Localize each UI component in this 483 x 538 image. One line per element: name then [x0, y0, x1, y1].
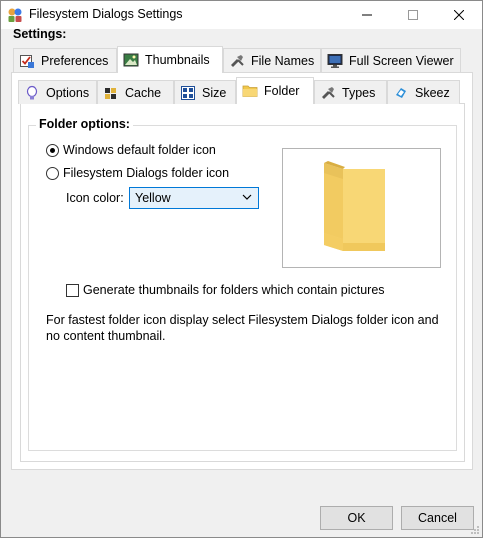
close-icon	[454, 10, 464, 20]
tab-types[interactable]: Types	[314, 80, 387, 104]
lightbulb-icon	[26, 85, 38, 99]
tab-label: Skeez	[415, 85, 450, 100]
tab-thumbnails[interactable]: Thumbnails	[117, 46, 223, 73]
checkbox-indicator	[66, 283, 79, 297]
tab-full-screen-viewer[interactable]: Full Screen Viewer	[321, 48, 461, 72]
resize-grip-icon[interactable]	[470, 525, 480, 535]
tab-preferences[interactable]: Preferences	[13, 48, 117, 72]
windows-default-label: Windows default folder icon	[63, 143, 216, 157]
generate-thumbnails-checkbox[interactable]: Generate thumbnails for folders which co…	[66, 283, 385, 297]
chevron-down-icon	[242, 194, 252, 200]
preferences-checkbox-icon	[20, 54, 34, 68]
tab-label: File Names	[251, 53, 315, 68]
ok-button[interactable]: OK	[320, 506, 393, 530]
maximize-icon	[408, 10, 418, 20]
app-icon	[8, 8, 22, 22]
window-title: Filesystem Dialogs Settings	[29, 7, 183, 21]
close-button[interactable]	[436, 1, 482, 29]
file-names-tool-icon	[231, 54, 244, 67]
fsd-folder-radio[interactable]: Filesystem Dialogs folder icon	[46, 166, 229, 180]
tab-file-names[interactable]: File Names	[223, 48, 321, 72]
cache-icon	[105, 87, 116, 99]
folder-icon	[242, 85, 258, 97]
radio-indicator	[46, 143, 59, 157]
tab-label: Full Screen Viewer	[349, 53, 454, 68]
tab-label: Folder	[264, 84, 300, 98]
icon-color-select[interactable]: Yellow	[129, 187, 259, 209]
thumbnails-image-icon	[123, 53, 139, 67]
radio-indicator	[46, 166, 59, 180]
tab-folder[interactable]: Folder	[236, 77, 314, 104]
grid-size-icon	[181, 85, 195, 100]
tab-label: Types	[342, 85, 376, 100]
folder-preview	[282, 148, 441, 268]
generate-thumbnails-label: Generate thumbnails for folders which co…	[83, 283, 385, 297]
tab-label: Preferences	[41, 53, 109, 68]
monitor-icon	[327, 53, 343, 68]
tab-cache[interactable]: Cache	[97, 80, 174, 104]
icon-color-value: Yellow	[135, 191, 171, 205]
title-bar[interactable]: Filesystem Dialogs Settings	[1, 1, 482, 29]
types-icon	[322, 86, 335, 99]
tab-options[interactable]: Options	[18, 80, 97, 104]
minimize-icon	[362, 14, 372, 16]
windows-default-radio[interactable]: Windows default folder icon	[46, 143, 216, 157]
settings-label: Settings:	[13, 27, 67, 41]
tab-size[interactable]: Size	[174, 80, 236, 104]
tab-skeez[interactable]: Skeez	[387, 80, 460, 104]
info-text: For fastest folder icon display select F…	[46, 313, 439, 343]
icon-color-label: Icon color:	[66, 191, 124, 205]
folder-preview-icon	[324, 161, 385, 251]
fsd-folder-label: Filesystem Dialogs folder icon	[63, 166, 230, 180]
tab-label: Thumbnails	[145, 53, 210, 67]
folder-options-title: Folder options:	[36, 117, 133, 131]
minimize-button[interactable]	[344, 1, 390, 29]
settings-window: Filesystem Dialogs Settings Settings: Pr…	[0, 0, 483, 538]
tab-label: Cache	[125, 85, 162, 100]
skeez-icon	[396, 87, 406, 98]
tab-label: Options	[46, 85, 90, 100]
cancel-button[interactable]: Cancel	[401, 506, 474, 530]
tab-label: Size	[202, 85, 227, 100]
maximize-button[interactable]	[390, 1, 436, 29]
